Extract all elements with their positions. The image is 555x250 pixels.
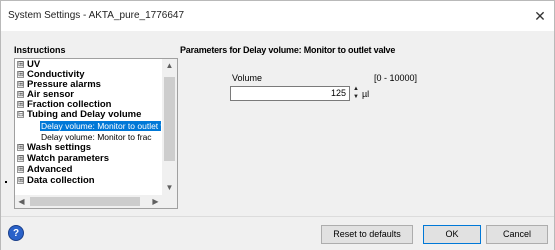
scrollbar-thumb[interactable] (164, 77, 175, 161)
tree-item-label: Tubing and Delay volume (27, 109, 142, 120)
instructions-tree[interactable]: ⊞ UV ⊞ Conductivity ⊞ Pressure alarms ⊞ … (14, 58, 178, 209)
expand-icon[interactable]: ⊞ (17, 81, 24, 88)
expand-icon[interactable]: ⊞ (17, 71, 24, 78)
chevron-down-icon[interactable]: ▼ (162, 181, 177, 195)
chevron-left-icon[interactable]: ◀ (15, 195, 28, 208)
title-bar: System Settings - AKTA_pure_1776647 ✕ (1, 1, 554, 31)
chevron-right-icon[interactable]: ▶ (149, 195, 162, 208)
expand-icon[interactable]: ⊞ (17, 101, 24, 108)
expand-icon[interactable]: ⊞ (17, 61, 24, 68)
volume-label: Volume (232, 73, 263, 83)
system-settings-dialog: System Settings - AKTA_pure_1776647 ✕ In… (0, 0, 555, 250)
vertical-scrollbar[interactable]: ▲ ▼ (162, 59, 177, 195)
volume-input[interactable]: 125 (230, 86, 350, 101)
parameters-heading: Parameters for Delay volume: Monitor to … (180, 45, 396, 55)
volume-unit: µl (362, 89, 370, 99)
tree-item-label: Advanced (27, 164, 73, 175)
border-mark (5, 181, 7, 183)
expand-icon[interactable]: ⊞ (17, 91, 24, 98)
expand-icon[interactable]: ⊞ (17, 155, 24, 162)
tree-child-delay-volume-frac[interactable]: Delay volume: Monitor to frac (40, 132, 153, 142)
scrollbar-corner (162, 195, 177, 208)
spin-down-icon[interactable]: ▼ (352, 94, 360, 101)
expand-icon[interactable]: ⊞ (17, 166, 24, 173)
horizontal-scrollbar[interactable]: ◀ ▶ (15, 195, 162, 208)
scrollbar-thumb[interactable] (30, 197, 140, 206)
spin-up-icon[interactable]: ▲ (352, 86, 360, 93)
expand-icon[interactable]: ⊞ (17, 177, 24, 184)
cancel-button[interactable]: Cancel (486, 225, 548, 244)
tree-item-label: Watch parameters (27, 153, 110, 164)
reset-to-defaults-button[interactable]: Reset to defaults (321, 225, 413, 244)
tree-item-label: Wash settings (27, 142, 92, 153)
expand-icon[interactable]: ⊞ (17, 144, 24, 151)
help-icon[interactable]: ? (8, 225, 24, 241)
dialog-button-bar: ? Reset to defaults OK Cancel (1, 216, 554, 250)
ok-button[interactable]: OK (423, 225, 481, 244)
close-icon[interactable]: ✕ (530, 6, 550, 26)
collapse-icon[interactable]: ⊟ (17, 111, 24, 118)
tree-item-label: Data collection (27, 175, 95, 186)
tree-child-delay-volume-outlet-valve[interactable]: Delay volume: Monitor to outlet valve (40, 121, 161, 131)
volume-range-label: [0 - 10000] (374, 73, 418, 83)
chevron-up-icon[interactable]: ▲ (162, 59, 177, 73)
volume-spinner[interactable]: ▲ ▼ (352, 86, 360, 101)
instructions-heading: Instructions (14, 45, 66, 55)
window-title: System Settings - AKTA_pure_1776647 (8, 10, 185, 21)
dialog-content: Instructions Parameters for Delay volume… (1, 31, 554, 216)
tree-viewport: ⊞ UV ⊞ Conductivity ⊞ Pressure alarms ⊞ … (15, 59, 162, 195)
